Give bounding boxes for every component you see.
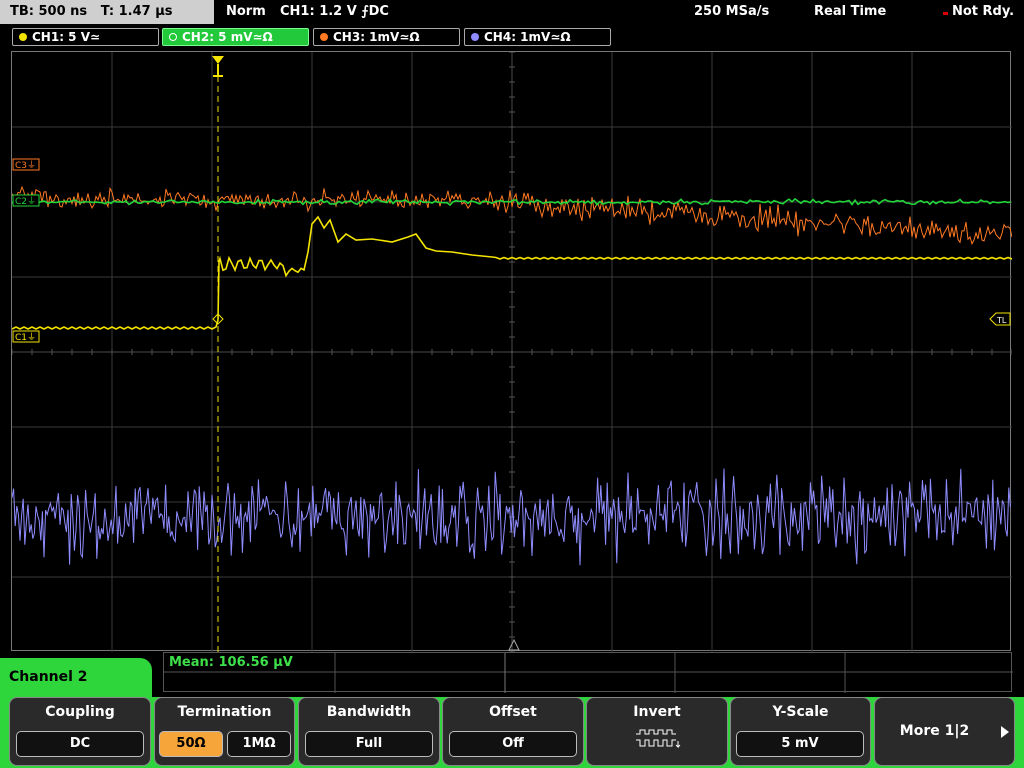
ch3-dot-icon xyxy=(320,33,328,41)
tab-ch4[interactable]: CH4: 1mV≃Ω xyxy=(464,28,611,46)
ch3-marker-label: C3⏚ xyxy=(15,160,36,171)
offset-softkey[interactable]: Offset Off xyxy=(442,697,584,766)
ch2-dot-icon xyxy=(169,33,177,41)
tab-ch3[interactable]: CH3: 1mV≃Ω xyxy=(313,28,460,46)
invert-title: Invert xyxy=(633,704,681,720)
time-reference-icon xyxy=(508,638,520,651)
more-label: More 1|2 xyxy=(899,723,970,739)
status-bar: TB: 500 ns T: 1.47 µs Norm CH1: 1.2 V ⨍D… xyxy=(0,0,1024,25)
tab-ch2[interactable]: CH2: 5 mV≃Ω xyxy=(162,28,309,46)
bandwidth-value-button[interactable]: Full xyxy=(305,731,433,757)
ch4-dot-icon xyxy=(471,33,479,41)
status-indicator-icon xyxy=(943,12,948,15)
waveform-display[interactable]: C3⏚ C2⏚ C1⏚ TL xyxy=(11,51,1012,652)
termination-softkey[interactable]: Termination 50Ω 1MΩ xyxy=(154,697,295,766)
acquisition-mode[interactable]: Real Time xyxy=(814,0,886,24)
invert-waveform-icon xyxy=(636,729,681,749)
coupling-softkey[interactable]: Coupling DC xyxy=(9,697,151,766)
termination-title: Termination xyxy=(177,704,272,720)
ch1-ground-marker: C1⏚ xyxy=(12,330,40,343)
mean-measurement: Mean: 106.56 µV xyxy=(169,655,293,670)
offset-value-button[interactable]: Off xyxy=(449,731,577,757)
trigger-level-marker: TL xyxy=(989,312,1011,326)
tab-ch1-label: CH1: 5 V≃ xyxy=(32,30,101,44)
yscale-title: Y-Scale xyxy=(772,704,829,720)
sample-rate: 250 MSa/s xyxy=(694,4,770,19)
yscale-softkey[interactable]: Y-Scale 5 mV xyxy=(730,697,871,766)
trigger-level-label: TL xyxy=(996,316,1007,325)
coupling-value-button[interactable]: DC xyxy=(16,731,144,757)
ch2-ground-marker: C2⏚ xyxy=(12,194,40,207)
termination-50ohm-button[interactable]: 50Ω xyxy=(159,731,223,757)
coupling-title: Coupling xyxy=(45,704,115,720)
bandwidth-softkey[interactable]: Bandwidth Full xyxy=(298,697,440,766)
tab-ch1[interactable]: CH1: 5 V≃ xyxy=(12,28,159,46)
tab-ch2-label: CH2: 5 mV≃Ω xyxy=(182,30,273,44)
invert-softkey[interactable]: Invert xyxy=(586,697,728,766)
graticule-grid xyxy=(12,52,1012,652)
play-arrow-icon xyxy=(1001,726,1009,738)
timebase-readout[interactable]: TB: 500 ns T: 1.47 µs xyxy=(0,0,214,24)
measurement-bar[interactable]: Mean: 106.56 µV xyxy=(163,652,1013,693)
tab-ch3-label: CH3: 1mV≃Ω xyxy=(333,30,420,44)
timebase-value: TB: 500 ns xyxy=(10,4,88,19)
more-softkey[interactable]: More 1|2 xyxy=(874,697,1015,766)
ch3-ground-marker: C3⏚ xyxy=(12,158,40,171)
yscale-value-button[interactable]: 5 mV xyxy=(736,731,864,757)
offset-title: Offset xyxy=(489,704,537,720)
ch1-dot-icon xyxy=(19,33,27,41)
trigger-time-value: T: 1.47 µs xyxy=(100,4,173,19)
ch1-marker-label: C1⏚ xyxy=(15,332,36,343)
acquisition-status: Not Rdy. xyxy=(952,4,1015,19)
trigger-setting[interactable]: CH1: 1.2 V ⨍DC xyxy=(280,0,389,24)
ch2-marker-label: C2⏚ xyxy=(15,196,36,207)
trigger-position-icon xyxy=(212,56,224,77)
tab-ch4-label: CH4: 1mV≃Ω xyxy=(484,30,571,44)
trigger-mode[interactable]: Norm xyxy=(226,0,266,24)
termination-1mohm-button[interactable]: 1MΩ xyxy=(227,731,291,757)
bandwidth-title: Bandwidth xyxy=(326,704,412,720)
menu-title: Channel 2 xyxy=(0,658,152,698)
